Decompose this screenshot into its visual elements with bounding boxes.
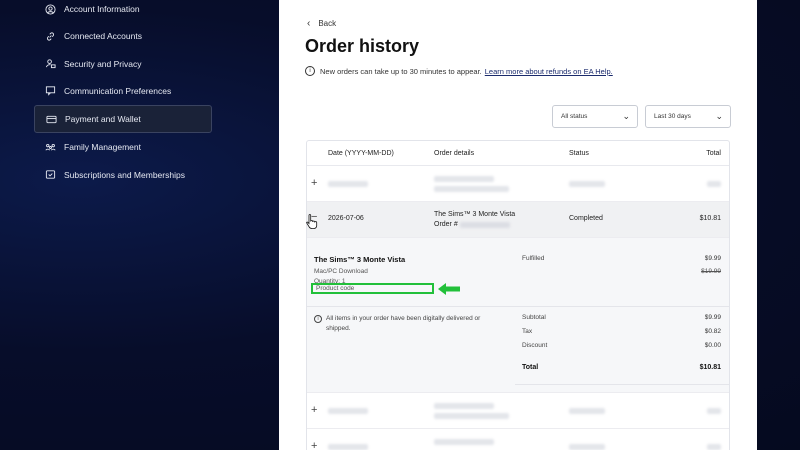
fulfillment-status: Fulfilled (522, 255, 545, 262)
redacted-status (569, 181, 605, 187)
total-label: Total (522, 364, 539, 371)
redacted-total (707, 444, 721, 450)
order-detail: The Sims™ 3 Monte Vista Mac/PC Download … (307, 238, 729, 393)
family-icon (44, 141, 56, 153)
order-number-label: Order # (434, 221, 458, 228)
header-details: Order details (434, 149, 475, 157)
info-icon: i (314, 315, 322, 323)
chevron-left-icon: ‹ (307, 18, 311, 29)
order-total: $10.81 (699, 215, 721, 222)
tax-label: Tax (522, 328, 533, 335)
item-original-price: $19.99 (701, 268, 721, 275)
product-code-highlight[interactable]: Product code (311, 283, 434, 294)
table-row[interactable]: + (307, 393, 729, 429)
redacted-status (569, 444, 605, 450)
sidebar-item-label: Communication Preferences (64, 85, 172, 96)
page-title: Order history (305, 36, 420, 56)
sidebar-item-connected-accounts[interactable]: Connected Accounts (34, 23, 212, 49)
sidebar-item-label: Payment and Wallet (65, 114, 141, 125)
chevron-down-icon: ⌄ (715, 111, 723, 121)
sidebar-item-payment-wallet[interactable]: Payment and Wallet (34, 105, 212, 134)
discount-label: Discount (522, 342, 548, 349)
table-header: Date (YYYY-MM-DD) Order details Status T… (307, 141, 729, 166)
order-status: Completed (569, 215, 603, 222)
order-table: Date (YYYY-MM-DD) Order details Status T… (306, 140, 730, 450)
sidebar-item-account-information[interactable]: Account Information (34, 0, 212, 22)
item-price: $9.99 (704, 255, 721, 262)
redacted-order-number (460, 222, 510, 228)
date-range-dropdown[interactable]: Last 30 days ⌄ (645, 105, 731, 128)
table-row-expanded[interactable]: − 2026-07-06 The Sims™ 3 Monte Vista Ord… (307, 202, 729, 238)
back-label: Back (318, 19, 337, 28)
hand-cursor-icon (306, 214, 318, 229)
message-icon (44, 85, 56, 97)
account-sidebar: Account Information Connected Accounts S… (34, 0, 212, 189)
sidebar-item-communication-preferences[interactable]: Communication Preferences (34, 78, 212, 104)
expand-plus-icon[interactable]: + (311, 404, 317, 416)
order-history-panel: ‹ Back Order history i New orders can ta… (279, 0, 757, 450)
sidebar-item-label: Connected Accounts (64, 31, 142, 42)
order-notice: i New orders can take up to 30 minutes t… (305, 66, 613, 76)
total-value: $10.81 (699, 364, 721, 371)
subtotal-value: $9.99 (704, 314, 721, 321)
header-total: Total (706, 149, 721, 157)
status-filter-dropdown[interactable]: All status ⌄ (552, 105, 638, 128)
tax-value: $0.82 (704, 328, 721, 335)
expand-plus-icon[interactable]: + (311, 440, 317, 450)
redacted-status (569, 408, 605, 414)
redacted-date (328, 408, 368, 414)
redacted-details (434, 176, 494, 182)
product-platform: Mac/PC Download (314, 268, 368, 275)
subscription-icon (44, 169, 56, 181)
redacted-total (707, 408, 721, 414)
redacted-details (434, 439, 494, 445)
user-icon (44, 3, 56, 15)
header-status: Status (569, 149, 589, 157)
sidebar-item-family-management[interactable]: Family Management (34, 134, 212, 160)
table-row[interactable]: + (307, 429, 729, 450)
chevron-down-icon: ⌄ (622, 111, 630, 121)
green-arrow-icon (438, 283, 460, 295)
info-icon: i (305, 66, 315, 76)
sidebar-item-label: Account Information (64, 4, 140, 14)
header-date: Date (YYYY-MM-DD) (328, 149, 394, 157)
sidebar-item-label: Subscriptions and Memberships (64, 169, 185, 180)
lock-user-icon (44, 58, 56, 70)
date-range-value: Last 30 days (654, 113, 691, 120)
table-row[interactable]: + (307, 166, 729, 202)
sidebar-item-subscriptions[interactable]: Subscriptions and Memberships (34, 162, 212, 188)
sidebar-item-label: Family Management (64, 142, 142, 153)
back-link[interactable]: ‹ Back (307, 18, 336, 29)
delivery-note-text: All items in your order have been digita… (326, 315, 481, 332)
product-name: The Sims™ 3 Monte Vista (314, 255, 406, 264)
divider (307, 306, 729, 307)
subtotal-label: Subtotal (522, 314, 546, 321)
sidebar-item-label: Security and Privacy (64, 58, 142, 69)
redacted-details (434, 413, 509, 419)
delivery-note: i All items in your order have been digi… (314, 314, 504, 334)
redacted-total (707, 181, 721, 187)
expand-plus-icon[interactable]: + (311, 177, 317, 189)
divider (515, 384, 729, 385)
redacted-details (434, 186, 509, 192)
refunds-help-link[interactable]: Learn more about refunds on EA Help. (485, 67, 613, 76)
redacted-details (434, 403, 494, 409)
sidebar-item-security-privacy[interactable]: Security and Privacy (34, 51, 212, 77)
order-product: The Sims™ 3 Monte Vista (434, 211, 516, 218)
notice-text: New orders can take up to 30 minutes to … (320, 66, 482, 76)
status-filter-value: All status (561, 113, 588, 120)
redacted-date (328, 181, 368, 187)
discount-value: $0.00 (704, 342, 721, 349)
order-date: 2026-07-06 (328, 215, 364, 222)
link-icon (44, 30, 56, 42)
redacted-date (328, 444, 368, 450)
card-icon (45, 113, 57, 125)
